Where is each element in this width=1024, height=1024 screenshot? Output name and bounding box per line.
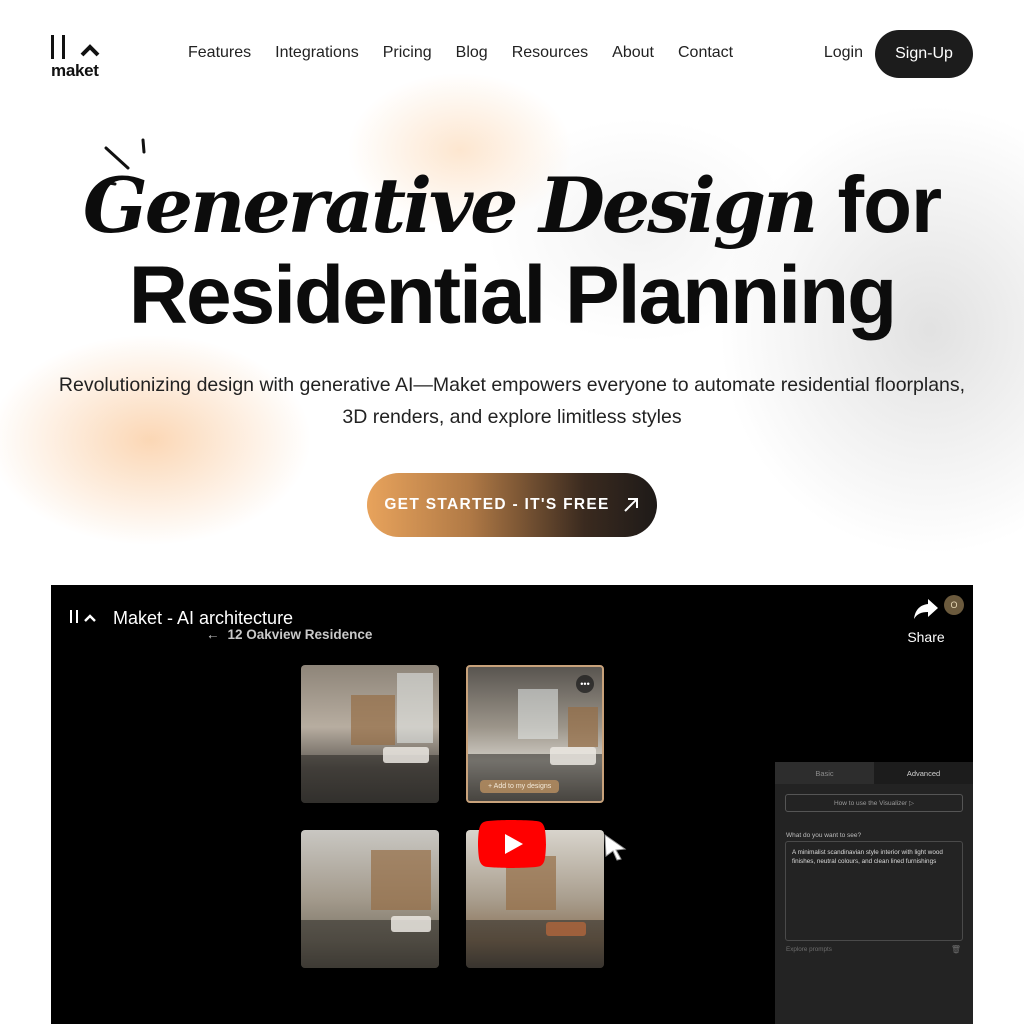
- sofa-shape: [550, 747, 596, 765]
- channel-logo-icon[interactable]: [69, 609, 97, 625]
- more-options-icon: •••: [576, 675, 594, 693]
- maket-logo[interactable]: maket: [51, 33, 101, 80]
- share-arrow-icon: [914, 599, 938, 619]
- project-breadcrumb: ← 12 Oakview Residence: [206, 627, 372, 642]
- hero-title-for: for: [837, 160, 943, 249]
- sofa-shape: [391, 916, 431, 932]
- prompt-question-label: What do you want to see?: [786, 832, 862, 839]
- wood-panel-shape: [371, 850, 431, 910]
- login-link[interactable]: Login: [824, 44, 863, 62]
- get-started-button[interactable]: GET STARTED - IT'S FREE: [367, 473, 657, 537]
- hero-title-line1: Generative Design for: [0, 160, 1024, 251]
- avatar[interactable]: O: [944, 595, 964, 615]
- visualizer-panel: Basic Advanced How to use the Visualizer…: [775, 762, 973, 1024]
- mouse-cursor-icon: [604, 834, 627, 861]
- explore-prompts-link: Explore prompts: [786, 946, 832, 953]
- visualizer-tabs: Basic Advanced: [775, 762, 973, 784]
- render-thumbnail-1: [301, 665, 439, 803]
- how-to-use-visualizer-button: How to use the Visualizer ▷: [785, 794, 963, 812]
- prompt-textarea: A minimalist scandinavian style interior…: [785, 841, 963, 941]
- wood-panel-shape: [351, 695, 395, 745]
- hero-title-line2: Residential Planning: [128, 250, 897, 341]
- back-arrow-icon: ←: [206, 627, 220, 642]
- signup-button[interactable]: Sign-Up: [875, 30, 973, 78]
- arrow-up-right-icon: [623, 498, 638, 512]
- hero-title-italic: Generative Design: [82, 161, 818, 250]
- sofa-shape: [383, 747, 429, 763]
- video-title[interactable]: Maket - AI architecture: [113, 608, 293, 629]
- nav-contact[interactable]: Contact: [678, 44, 733, 62]
- nav-blog[interactable]: Blog: [456, 44, 488, 62]
- hero-subtitle-line2: 3D renders, and explore limitless styles: [342, 406, 682, 428]
- render-thumbnail-2-selected: ••• + Add to my designs: [466, 665, 604, 803]
- nav-features[interactable]: Features: [188, 44, 251, 62]
- video-embed[interactable]: Maket - AI architecture ← 12 Oakview Resi…: [51, 585, 973, 1024]
- logo-text: maket: [51, 61, 99, 80]
- youtube-play-button-icon[interactable]: [478, 820, 546, 868]
- project-name: 12 Oakview Residence: [227, 627, 373, 642]
- tab-advanced: Advanced: [874, 762, 973, 784]
- tab-basic: Basic: [775, 762, 874, 784]
- sofa-shape: [546, 922, 586, 936]
- share-label: Share: [907, 629, 945, 645]
- maket-logo-mark-icon: [51, 35, 100, 59]
- nav-about[interactable]: About: [612, 44, 654, 62]
- hero-subtitle-line1: Revolutionizing design with generative A…: [58, 374, 966, 396]
- window-shape: [397, 673, 433, 743]
- add-to-designs-button: + Add to my designs: [480, 780, 560, 793]
- nav-resources[interactable]: Resources: [512, 44, 588, 62]
- window-shape: [518, 689, 558, 739]
- render-thumbnail-3: [301, 830, 439, 968]
- hero-subtitle: Revolutionizing design with generative A…: [40, 369, 984, 433]
- nav-integrations[interactable]: Integrations: [275, 44, 359, 62]
- trash-icon: 🗑: [950, 945, 961, 954]
- main-nav: Features Integrations Pricing Blog Resou…: [188, 44, 757, 62]
- wood-panel-shape: [568, 707, 598, 747]
- get-started-label: GET STARTED - IT'S FREE: [384, 496, 610, 513]
- nav-pricing[interactable]: Pricing: [383, 44, 432, 62]
- site-header: maket Features Integrations Pricing Blog…: [51, 30, 973, 80]
